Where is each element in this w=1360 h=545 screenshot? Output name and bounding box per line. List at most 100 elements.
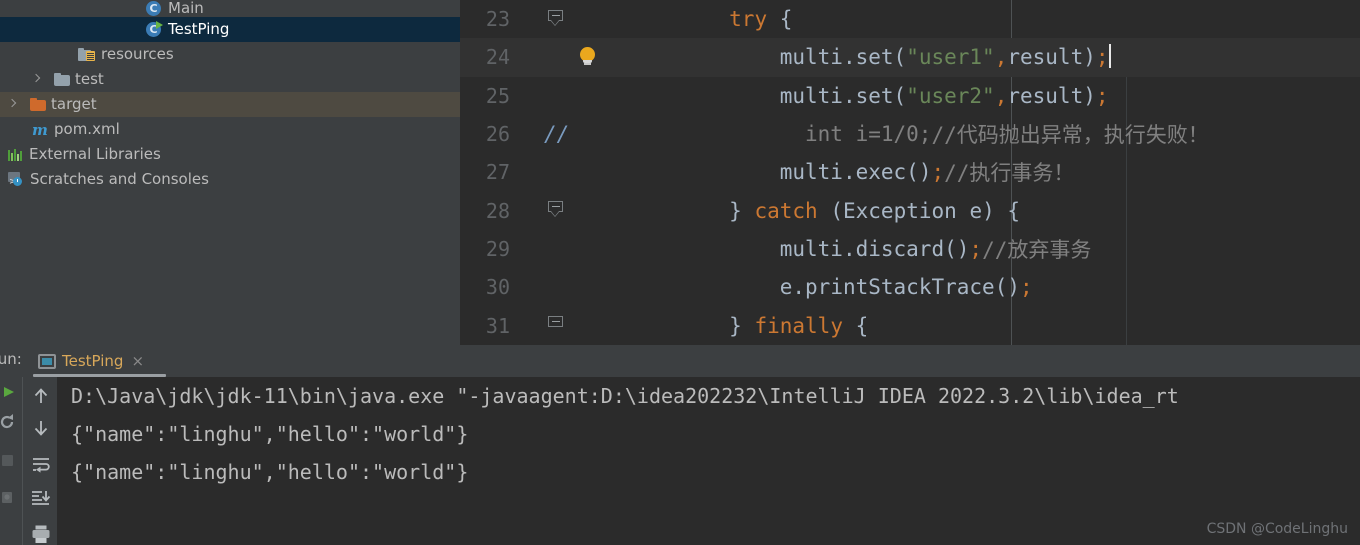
editor-line-30[interactable]: 30 e. printStackTrace(); — [460, 268, 1360, 306]
close-icon[interactable]: × — [131, 353, 144, 369]
console-output[interactable]: D:\Java\jdk\jdk-11\bin\java.exe "-javaag… — [57, 377, 1360, 545]
line-number: 29 — [485, 236, 510, 261]
watermark: CSDN @CodeLinghu — [1206, 521, 1348, 537]
editor-line-26[interactable]: 26 // int i=1/0;//代码抛出异常，执行失败！ — [460, 115, 1360, 153]
tree-item-scratches-and-consoles[interactable]: Scratches and Consoles — [0, 167, 460, 195]
run-tab-testping[interactable]: TestPing × — [38, 348, 144, 374]
commented-marker: // — [544, 121, 570, 146]
annotation-gutter[interactable] — [570, 38, 628, 76]
tree-item-label: Main — [168, 0, 204, 17]
run-panel-label: Run: — [0, 350, 22, 368]
tree-item-test[interactable]: test — [0, 67, 460, 92]
up-arrow-icon[interactable] — [30, 385, 52, 407]
java-class-runnable-icon: C — [146, 21, 163, 38]
code-text[interactable]: multi. discard();//放弃事务 — [628, 230, 1360, 268]
tree-item-external-libraries[interactable]: External Libraries — [0, 142, 460, 167]
tree-item-resources[interactable]: resources — [0, 42, 460, 67]
run-tab-label: TestPing — [62, 352, 124, 370]
code-text[interactable]: try { — [628, 0, 1360, 38]
run-button-icon[interactable] — [0, 383, 14, 401]
console-line: {"name":"linghu","hello":"world"} — [71, 422, 469, 446]
trash-icon[interactable] — [0, 487, 16, 507]
tree-item-label: External Libraries — [29, 145, 161, 163]
rerun-icon[interactable] — [0, 413, 14, 431]
tree-item-target[interactable]: target — [0, 92, 460, 117]
editor-line-23[interactable]: 23 try { — [460, 0, 1360, 38]
resources-folder-icon — [78, 48, 96, 61]
fold-marker-icon[interactable] — [548, 201, 565, 218]
fold-marker-icon[interactable] — [548, 10, 565, 27]
code-text[interactable]: } finally { — [628, 306, 1360, 344]
annotation-gutter[interactable] — [570, 268, 628, 306]
maven-icon: m — [32, 120, 48, 139]
folder-orange-icon — [30, 98, 46, 111]
line-number: 26 — [485, 122, 510, 147]
editor-line-31[interactable]: 31 } finally { — [460, 306, 1360, 344]
run-panel-toolbar[interactable] — [0, 377, 57, 545]
expand-arrow-icon[interactable] — [32, 75, 41, 84]
fold-gutter[interactable] — [518, 268, 570, 306]
fold-gutter[interactable] — [518, 306, 570, 344]
expand-arrow-icon[interactable] — [8, 100, 17, 109]
tree-item-label: Scratches and Consoles — [30, 170, 209, 188]
line-number: 30 — [485, 275, 510, 300]
tree-item-pom-xml[interactable]: m pom.xml — [0, 117, 460, 142]
fold-gutter[interactable] — [518, 191, 570, 229]
editor-line-24[interactable]: 24 multi. set("user1", result); — [460, 38, 1360, 77]
code-editor[interactable]: 23 try {24 multi. set("user1", result); 25 … — [460, 0, 1360, 345]
tree-item-label: test — [75, 70, 104, 88]
code-text[interactable]: } catch (Exception e) { — [628, 191, 1360, 229]
project-tree-panel[interactable]: C Main C TestPing resources test target m pom.xm… — [0, 0, 460, 345]
line-number: 31 — [485, 313, 510, 338]
line-number: 23 — [485, 7, 510, 32]
editor-line-27[interactable]: 27 multi. exec();//执行事务！ — [460, 153, 1360, 191]
line-number: 28 — [485, 198, 510, 223]
run-tool-window: Run: TestPing × — [0, 345, 1360, 545]
editor-line-25[interactable]: 25 multi. set("user2", result); — [460, 77, 1360, 115]
fold-marker-icon[interactable] — [548, 316, 565, 333]
code-text[interactable]: int i=1/0;//代码抛出异常，执行失败！ — [628, 115, 1360, 153]
console-line: D:\Java\jdk\jdk-11\bin\java.exe "-javaag… — [71, 384, 1179, 408]
annotation-gutter[interactable] — [570, 153, 628, 191]
console-icon — [38, 353, 56, 369]
annotation-gutter[interactable] — [570, 230, 628, 268]
scratches-icon — [8, 170, 25, 195]
text-caret — [1108, 44, 1111, 69]
external-libraries-icon — [8, 148, 24, 162]
annotation-gutter[interactable] — [570, 191, 628, 229]
scroll-to-end-icon[interactable] — [30, 487, 52, 509]
down-arrow-icon[interactable] — [30, 417, 52, 439]
java-class-icon: C — [146, 0, 163, 17]
run-panel-header: Run: TestPing × — [0, 345, 1360, 377]
tree-item-main[interactable]: C Main — [0, 0, 460, 17]
print-icon[interactable] — [30, 523, 52, 545]
tree-item-testping[interactable]: C TestPing — [0, 17, 460, 42]
folder-icon — [54, 73, 70, 86]
stop-icon[interactable] — [0, 451, 16, 471]
fold-gutter[interactable]: // — [518, 115, 570, 153]
fold-gutter[interactable] — [518, 0, 570, 38]
line-number: 25 — [485, 83, 510, 108]
tree-item-label: resources — [101, 45, 174, 63]
fold-gutter[interactable] — [518, 153, 570, 191]
idea-window: C Main C TestPing resources test target m pom.xm… — [0, 0, 1360, 545]
code-text[interactable]: e. printStackTrace(); — [628, 268, 1360, 306]
fold-gutter[interactable] — [518, 77, 570, 115]
tree-item-label: target — [51, 95, 97, 113]
fold-gutter[interactable] — [518, 38, 570, 76]
soft-wrap-icon[interactable] — [30, 453, 52, 475]
tree-item-label: TestPing — [168, 20, 230, 38]
annotation-gutter[interactable] — [570, 115, 628, 153]
tree-item-label: pom.xml — [54, 120, 120, 138]
editor-line-28[interactable]: 28 } catch (Exception e) { — [460, 191, 1360, 229]
code-text[interactable]: multi. exec();//执行事务！ — [628, 153, 1360, 191]
editor-line-29[interactable]: 29 multi. discard();//放弃事务 — [460, 230, 1360, 268]
intention-bulb-icon[interactable] — [578, 47, 597, 68]
code-text[interactable]: multi. set("user1", result); — [628, 38, 1360, 76]
console-line: {"name":"linghu","hello":"world"} — [71, 460, 469, 484]
fold-gutter[interactable] — [518, 230, 570, 268]
annotation-gutter[interactable] — [570, 0, 628, 38]
annotation-gutter[interactable] — [570, 77, 628, 115]
code-text[interactable]: multi. set("user2", result); — [628, 77, 1360, 115]
annotation-gutter[interactable] — [570, 306, 628, 344]
